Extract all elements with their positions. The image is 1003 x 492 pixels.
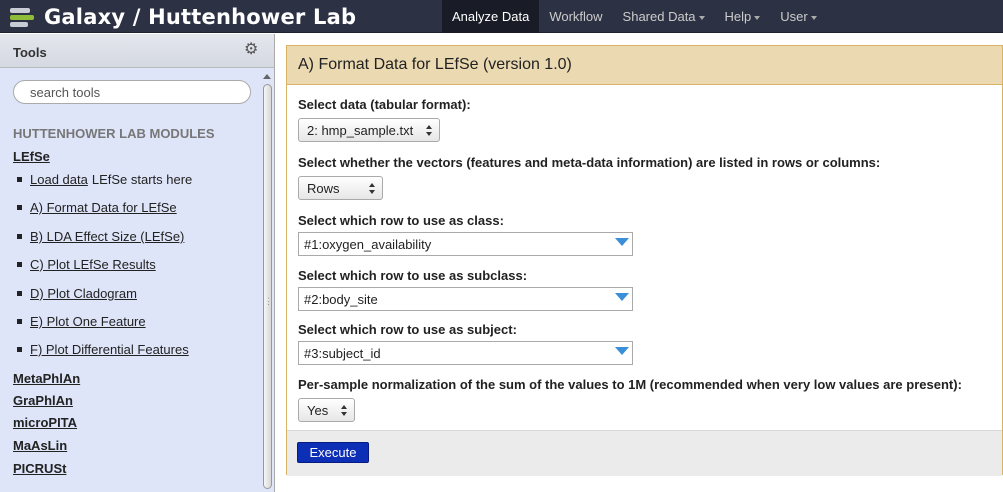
section-link-micropita[interactable]: microPITA (13, 415, 77, 430)
rows-columns-dropdown[interactable]: Rows (298, 176, 383, 200)
tool-panel-title: Tools (13, 45, 47, 60)
tool-link-plot-one-feature[interactable]: E) Plot One Feature (30, 314, 146, 329)
tool-note: LEfSe starts here (91, 172, 193, 187)
tool-panel-scrollbar[interactable] (261, 70, 273, 492)
label-class-row: Select which row to use as class: (298, 213, 504, 228)
bullet-icon (17, 205, 22, 210)
tool-item-load-data: Load data LEfSe starts here (17, 172, 192, 187)
caret-down-icon (754, 15, 761, 20)
bullet-icon (17, 177, 22, 182)
tool-item: E) Plot One Feature (17, 314, 146, 329)
section-link-lefse[interactable]: LEfSe (13, 149, 50, 164)
label-subclass-row: Select which row to use as subclass: (298, 268, 528, 283)
brand-title[interactable]: Galaxy / Huttenhower Lab (44, 5, 356, 29)
label-rows-or-columns: Select whether the vectors (features and… (298, 155, 881, 170)
label-select-data: Select data (tabular format): (298, 97, 471, 112)
scroll-up-icon[interactable] (263, 74, 271, 79)
spinner-arrows-icon (369, 183, 376, 195)
panel-splitter-icon[interactable]: ⋮ (264, 296, 273, 307)
subclass-row-select[interactable]: #2:body_site (298, 287, 633, 311)
class-row-select[interactable]: #1:oxygen_availability (298, 232, 633, 256)
dropdown-arrow-icon (615, 293, 629, 301)
subject-row-select[interactable]: #3:subject_id (298, 341, 633, 365)
tool-item: D) Plot Cladogram (17, 286, 137, 301)
tool-panel: Tools ⚙ HUTTENHOWER LAB MODULES LEfSe Lo… (0, 34, 275, 492)
bullet-icon (17, 319, 22, 324)
dropdown-arrow-icon (615, 238, 629, 246)
nav-analyze-data[interactable]: Analyze Data (442, 0, 540, 33)
bullet-icon (17, 262, 22, 267)
nav-workflow[interactable]: Workflow (539, 0, 612, 33)
label-subject-row: Select which row to use as subject: (298, 322, 517, 337)
scrollbar-thumb[interactable] (263, 84, 272, 489)
spinner-arrows-icon (426, 125, 433, 137)
tool-link-lda-effect-size[interactable]: B) LDA Effect Size (LEfSe) (30, 229, 184, 244)
section-link-maaslin[interactable]: MaAsLin (13, 438, 67, 453)
tool-panel-header: Tools ⚙ (0, 34, 274, 68)
galaxy-logo-icon (8, 6, 36, 28)
tool-item: B) LDA Effect Size (LEfSe) (17, 229, 184, 244)
caret-down-icon (698, 15, 705, 20)
tool-link-plot-results[interactable]: C) Plot LEfSe Results (30, 257, 156, 272)
gear-icon[interactable]: ⚙ (244, 42, 260, 58)
tool-link-format-data[interactable]: A) Format Data for LEfSe (30, 200, 177, 215)
section-title: HUTTENHOWER LAB MODULES (13, 126, 215, 141)
spinner-arrows-icon (341, 405, 348, 417)
execute-button[interactable]: Execute (297, 442, 369, 463)
tool-form: A) Format Data for LEfSe (version 1.0) S… (286, 45, 1003, 476)
bullet-icon (17, 291, 22, 296)
section-link-picrust[interactable]: PICRUSt (13, 461, 66, 476)
tool-link-plot-cladogram[interactable]: D) Plot Cladogram (30, 286, 137, 301)
tool-item: F) Plot Differential Features (17, 342, 189, 357)
tool-form-footer: Execute (287, 430, 1002, 476)
section-link-graphlan[interactable]: GraPhlAn (13, 393, 73, 408)
tool-link-plot-differential[interactable]: F) Plot Differential Features (30, 342, 189, 357)
label-normalization: Per-sample normalization of the sum of t… (298, 377, 962, 392)
bullet-icon (17, 234, 22, 239)
search-tools-input[interactable] (14, 81, 250, 103)
tool-item: A) Format Data for LEfSe (17, 200, 177, 215)
nav-user[interactable]: User (770, 0, 826, 33)
select-data-dropdown[interactable]: 2: hmp_sample.txt (298, 118, 440, 142)
bullet-icon (17, 347, 22, 352)
caret-down-icon (810, 15, 817, 20)
tool-form-title: A) Format Data for LEfSe (version 1.0) (287, 46, 1002, 85)
dropdown-arrow-icon (615, 347, 629, 355)
brand[interactable]: Galaxy / Huttenhower Lab (8, 3, 356, 30)
search-box[interactable] (13, 80, 251, 104)
section-link-metaphlan[interactable]: MetaPhlAn (13, 371, 80, 386)
nav-help[interactable]: Help (715, 0, 771, 33)
masthead: Galaxy / Huttenhower Lab Analyze Data Wo… (0, 0, 1003, 33)
top-nav: Analyze Data Workflow Shared Data Help U… (442, 0, 827, 33)
normalization-dropdown[interactable]: Yes (298, 398, 355, 422)
center-panel: A) Format Data for LEfSe (version 1.0) S… (276, 34, 1003, 492)
tool-link-load-data[interactable]: Load data (30, 172, 88, 187)
tool-item: C) Plot LEfSe Results (17, 257, 156, 272)
nav-shared-data[interactable]: Shared Data (613, 0, 715, 33)
